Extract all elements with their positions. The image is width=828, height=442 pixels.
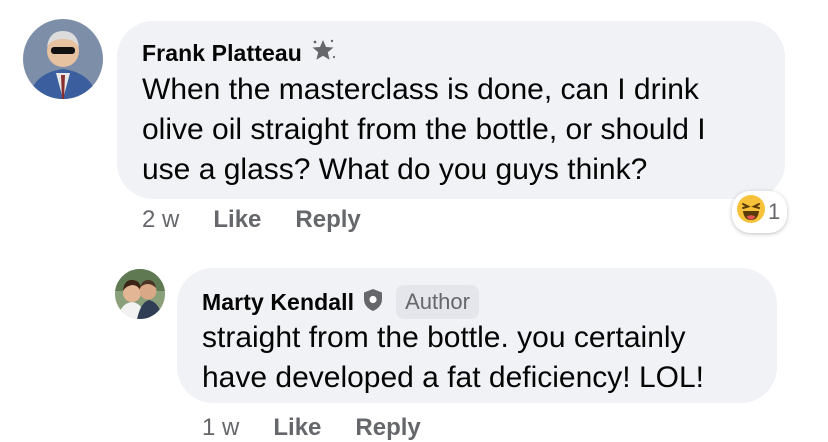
comment-author-name[interactable]: Frank Platteau (142, 40, 302, 67)
reaction-summary[interactable]: 1 (732, 191, 788, 233)
avatar[interactable] (115, 269, 165, 319)
like-button[interactable]: Like (273, 414, 321, 442)
avatar-photo-marty (115, 269, 165, 319)
comment-timestamp[interactable]: 2 w (142, 206, 179, 234)
comment-text: straight from the bottle. you certainly … (202, 321, 705, 394)
rising-fan-star-icon[interactable] (310, 38, 336, 69)
avatar[interactable] (23, 19, 103, 99)
comment-actions: 1 w Like Reply (202, 414, 421, 442)
comment-timestamp[interactable]: 1 w (202, 414, 239, 442)
shield-icon[interactable] (362, 288, 384, 317)
reply-button[interactable]: Reply (295, 206, 360, 234)
comment-actions: 2 w Like Reply (142, 206, 361, 234)
reply-button[interactable]: Reply (355, 414, 420, 442)
comment-author-name[interactable]: Marty Kendall (202, 289, 354, 316)
author-badge: Author (396, 285, 479, 319)
reaction-count: 1 (768, 199, 781, 224)
comment-text: When the masterclass is done, can I drin… (142, 73, 706, 186)
avatar-photo-frank (23, 19, 103, 99)
like-button[interactable]: Like (213, 206, 261, 234)
haha-emoji-icon (736, 194, 766, 230)
